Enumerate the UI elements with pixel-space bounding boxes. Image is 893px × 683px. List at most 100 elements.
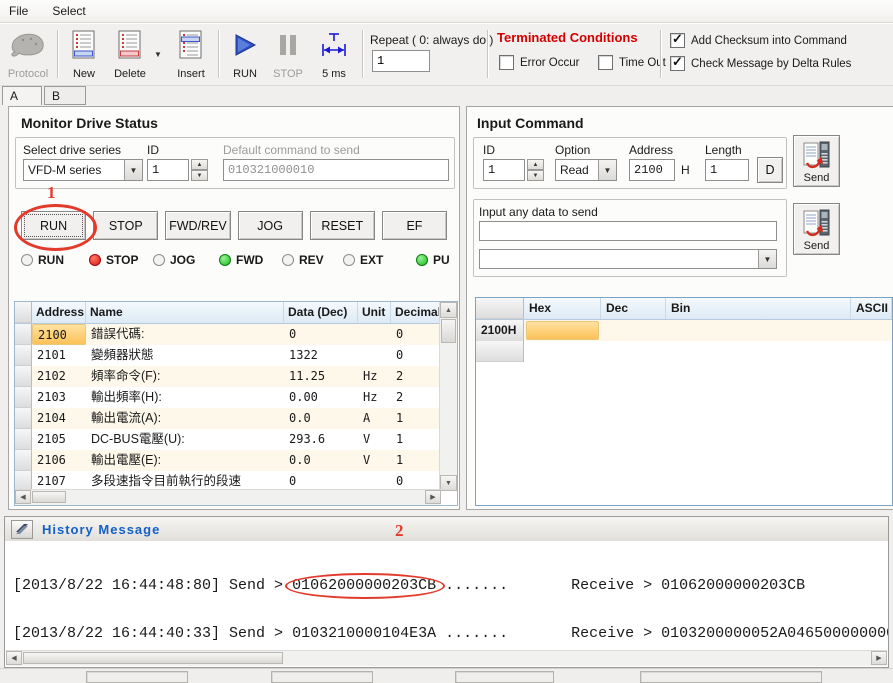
cell-unit[interactable]: Hz [358,366,391,387]
spin-up-icon[interactable]: ▲ [527,159,544,170]
cell-name[interactable]: 輸出電壓(E): [86,450,284,471]
checkbox-box[interactable] [499,55,514,70]
row-header[interactable]: 2100H [476,320,524,342]
delete-dropdown-arrow-icon[interactable]: ▼ [154,50,162,59]
table-row[interactable]: 2101 變頻器狀態 1322 0 [15,345,457,366]
scroll-left-icon[interactable]: ◀ [15,490,31,504]
insert-button[interactable]: Insert [168,28,214,80]
send-command-button[interactable]: Send [793,135,840,187]
cell-unit[interactable] [358,324,391,345]
monitor-id-stepper[interactable]: ▲▼ [191,159,208,181]
send-any-data-button[interactable]: Send [793,203,840,255]
cell-name[interactable]: 輸出頻率(H): [86,387,284,408]
scrollbar-thumb[interactable] [441,319,456,343]
spin-down-icon[interactable]: ▼ [191,170,208,181]
header-decimal[interactable]: Decimal [391,302,441,323]
any-data-input[interactable] [479,221,777,241]
protocol-button[interactable]: Protocol [2,28,54,80]
scroll-right-icon[interactable]: ▶ [871,651,887,665]
row-handle[interactable] [15,450,32,471]
cell-data[interactable]: 0 [284,324,358,345]
header-hex[interactable]: Hex [524,298,601,319]
option-select[interactable]: Read ▼ [555,159,617,181]
cell-decimal[interactable]: 0 [391,324,441,345]
cell-name[interactable]: DC-BUS電壓(U): [86,429,284,450]
cell-unit[interactable]: A [358,408,391,429]
stop-toolbar-button[interactable]: STOP [268,28,308,80]
cell-decimal[interactable]: 2 [391,387,441,408]
cell-data[interactable]: 0.00 [284,387,358,408]
horizontal-scrollbar[interactable]: ◀ ▶ [15,489,441,505]
command-id-stepper[interactable]: ▲▼ [527,159,544,181]
header-address[interactable]: Address [32,302,86,323]
row-handle[interactable] [15,429,32,450]
cell-address[interactable]: 2103 [32,387,86,408]
cell-address[interactable]: 2104 [32,408,86,429]
scrollbar-thumb[interactable] [32,491,66,503]
reset-button[interactable]: RESET [310,211,375,240]
scroll-down-icon[interactable]: ▼ [440,475,457,491]
row-header[interactable] [476,341,524,362]
table-row[interactable]: 2100H [476,320,892,341]
row-handle[interactable] [15,387,32,408]
table-row[interactable]: 2103 輸出頻率(H): 0.00 Hz 2 [15,387,457,408]
checkbox-box[interactable] [598,55,613,70]
scrollbar-thumb[interactable] [23,652,283,664]
table-row[interactable]: 2102 頻率命令(F): 11.25 Hz 2 [15,366,457,387]
cell-hex[interactable] [524,341,601,362]
cell-unit[interactable]: Hz [358,387,391,408]
cell-address[interactable]: 2101 [32,345,86,366]
cell-decimal[interactable]: 1 [391,450,441,471]
any-data-combo[interactable]: ▼ [479,249,777,269]
cell-bin[interactable] [666,320,851,342]
tab-a[interactable]: A [2,86,42,105]
cell-dec[interactable] [601,341,666,362]
length-input[interactable]: 1 [705,159,749,181]
history-icon[interactable] [11,520,33,539]
cell-data[interactable]: 1322 [284,345,358,366]
d-format-button[interactable]: D [757,157,783,183]
cell-bin[interactable] [666,341,851,362]
history-log[interactable]: [2013/8/22 16:44:48:80] Send > 010620000… [5,541,888,651]
header-unit[interactable]: Unit [358,302,391,323]
new-button[interactable]: New [62,28,106,80]
cell-address[interactable]: 2100 [32,324,86,345]
cell-name[interactable]: 輸出電流(A): [86,408,284,429]
command-id-input[interactable]: 1 [483,159,525,181]
repeat-input[interactable] [372,50,430,72]
run-toolbar-button[interactable]: RUN [224,28,266,80]
row-handle[interactable] [15,324,32,345]
chevron-down-icon[interactable]: ▼ [758,250,776,268]
cell-hex[interactable] [524,320,601,342]
header-dec[interactable]: Dec [601,298,666,319]
checkbox-box[interactable] [670,56,685,71]
fwd-rev-button[interactable]: FWD/REV [165,211,230,240]
cell-decimal[interactable]: 2 [391,366,441,387]
header-name[interactable]: Name [86,302,284,323]
scroll-left-icon[interactable]: ◀ [6,651,22,665]
cell-address[interactable]: 2102 [32,366,86,387]
cell-decimal[interactable]: 1 [391,429,441,450]
jog-button[interactable]: JOG [238,211,303,240]
cell-ascii[interactable] [851,320,892,342]
header-ascii[interactable]: ASCII [851,298,892,319]
table-row[interactable] [476,341,892,362]
row-handle[interactable] [15,408,32,429]
drive-series-select[interactable]: VFD-M series ▼ [23,159,143,181]
cell-data[interactable]: 11.25 [284,366,358,387]
cell-address[interactable]: 2105 [32,429,86,450]
table-row[interactable]: 2100 錯誤代碼: 0 0 [15,324,457,345]
menu-select[interactable]: Select [52,4,85,18]
checkbox-error-occur[interactable]: Error Occur [499,55,579,70]
run-button[interactable]: RUN [21,211,86,240]
cell-unit[interactable]: V [358,450,391,471]
monitor-id-input[interactable]: 1 [147,159,189,181]
address-input[interactable]: 2100 [629,159,675,181]
cell-name[interactable]: 頻率命令(F): [86,366,284,387]
cell-name[interactable]: 變頻器狀態 [86,345,284,366]
cell-address[interactable]: 2106 [32,450,86,471]
ef-button[interactable]: EF [382,211,447,240]
default-command-input[interactable]: 010321000010 [223,159,449,181]
row-handle[interactable] [15,366,32,387]
menu-file[interactable]: File [9,4,28,18]
